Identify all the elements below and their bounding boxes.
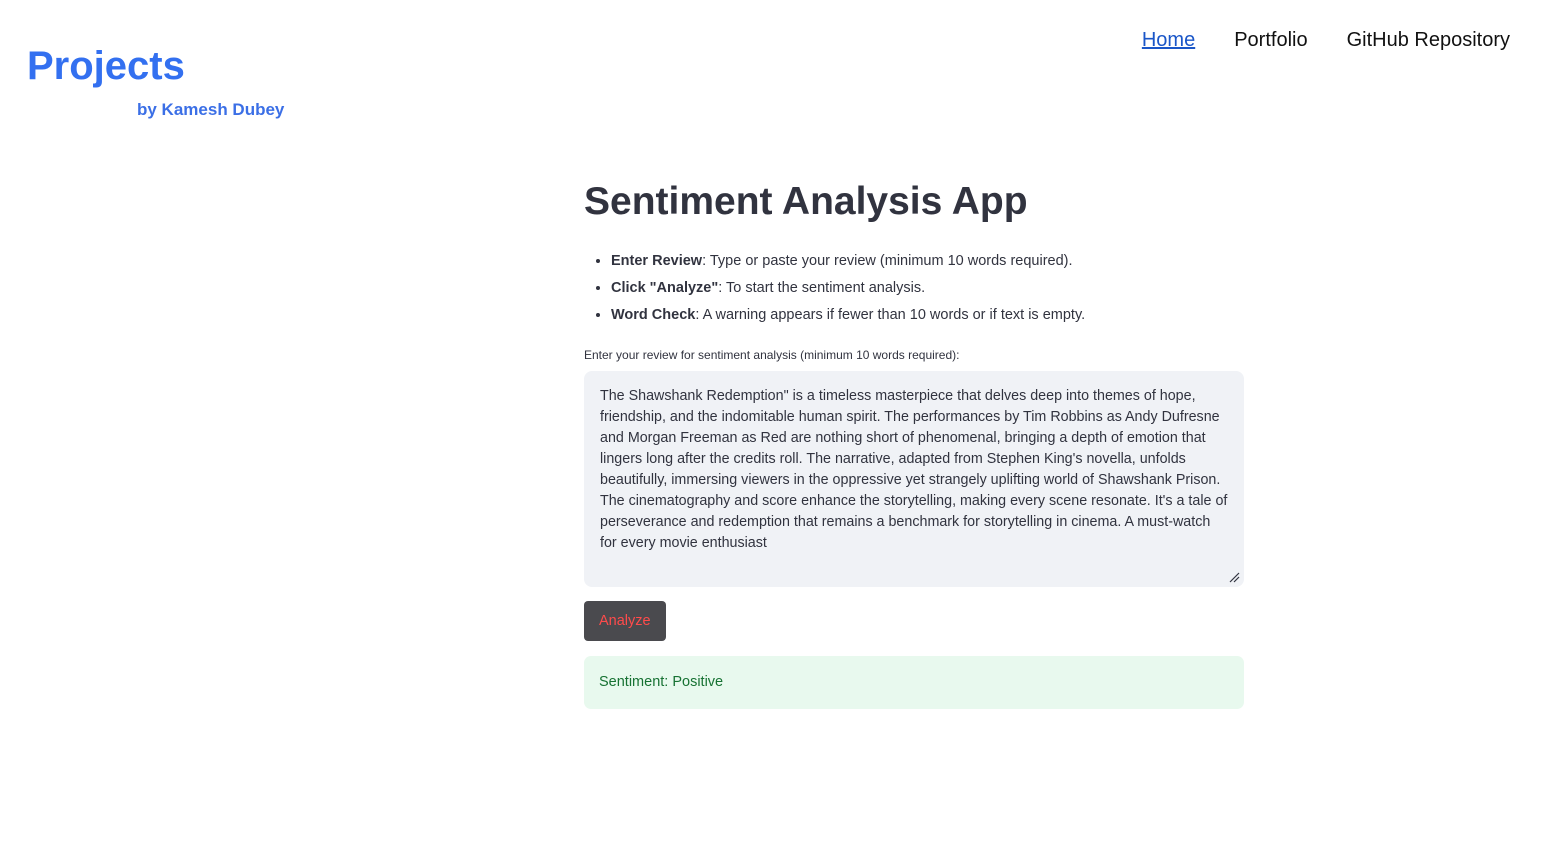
review-textarea-container: The Shawshank Redemption" is a timeless … xyxy=(584,371,1244,587)
instruction-term: Enter Review xyxy=(611,253,703,269)
brand-subtitle: by Kamesh Dubey xyxy=(137,100,285,119)
page-title: Sentiment Analysis App xyxy=(584,180,1028,223)
nav-link-home[interactable]: Home xyxy=(1142,29,1195,52)
brand: Projects by Kamesh Dubey xyxy=(27,40,327,119)
instruction-text: : Type or paste your review (minimum 10 … xyxy=(702,253,1073,269)
top-nav: Home Portfolio GitHub Repository xyxy=(1142,29,1510,52)
brand-title: Projects xyxy=(27,44,185,88)
instructions-list: Enter Review: Type or paste your review … xyxy=(584,248,1244,329)
page: Projects by Kamesh Dubey Home Portfolio … xyxy=(0,0,1553,848)
nav-link-portfolio[interactable]: Portfolio xyxy=(1234,29,1307,52)
instruction-item: Word Check: A warning appears if fewer t… xyxy=(611,302,1244,329)
main-content: Sentiment Analysis App Enter Review: Typ… xyxy=(584,176,1244,709)
instruction-term: Word Check xyxy=(611,307,696,323)
review-textarea[interactable]: The Shawshank Redemption" is a timeless … xyxy=(584,371,1244,587)
sentiment-result-alert: Sentiment: Positive xyxy=(584,656,1244,709)
nav-link-github-repository[interactable]: GitHub Repository xyxy=(1347,29,1510,52)
review-field-label: Enter your review for sentiment analysis… xyxy=(584,348,960,362)
instruction-term: Click "Analyze" xyxy=(611,280,719,296)
instruction-item: Click "Analyze": To start the sentiment … xyxy=(611,275,1244,302)
analyze-button[interactable]: Analyze xyxy=(584,601,666,641)
instruction-item: Enter Review: Type or paste your review … xyxy=(611,248,1244,275)
instruction-text: : To start the sentiment analysis. xyxy=(718,280,926,296)
instruction-text: : A warning appears if fewer than 10 wor… xyxy=(695,307,1086,323)
resize-grip-icon[interactable] xyxy=(1228,571,1240,583)
